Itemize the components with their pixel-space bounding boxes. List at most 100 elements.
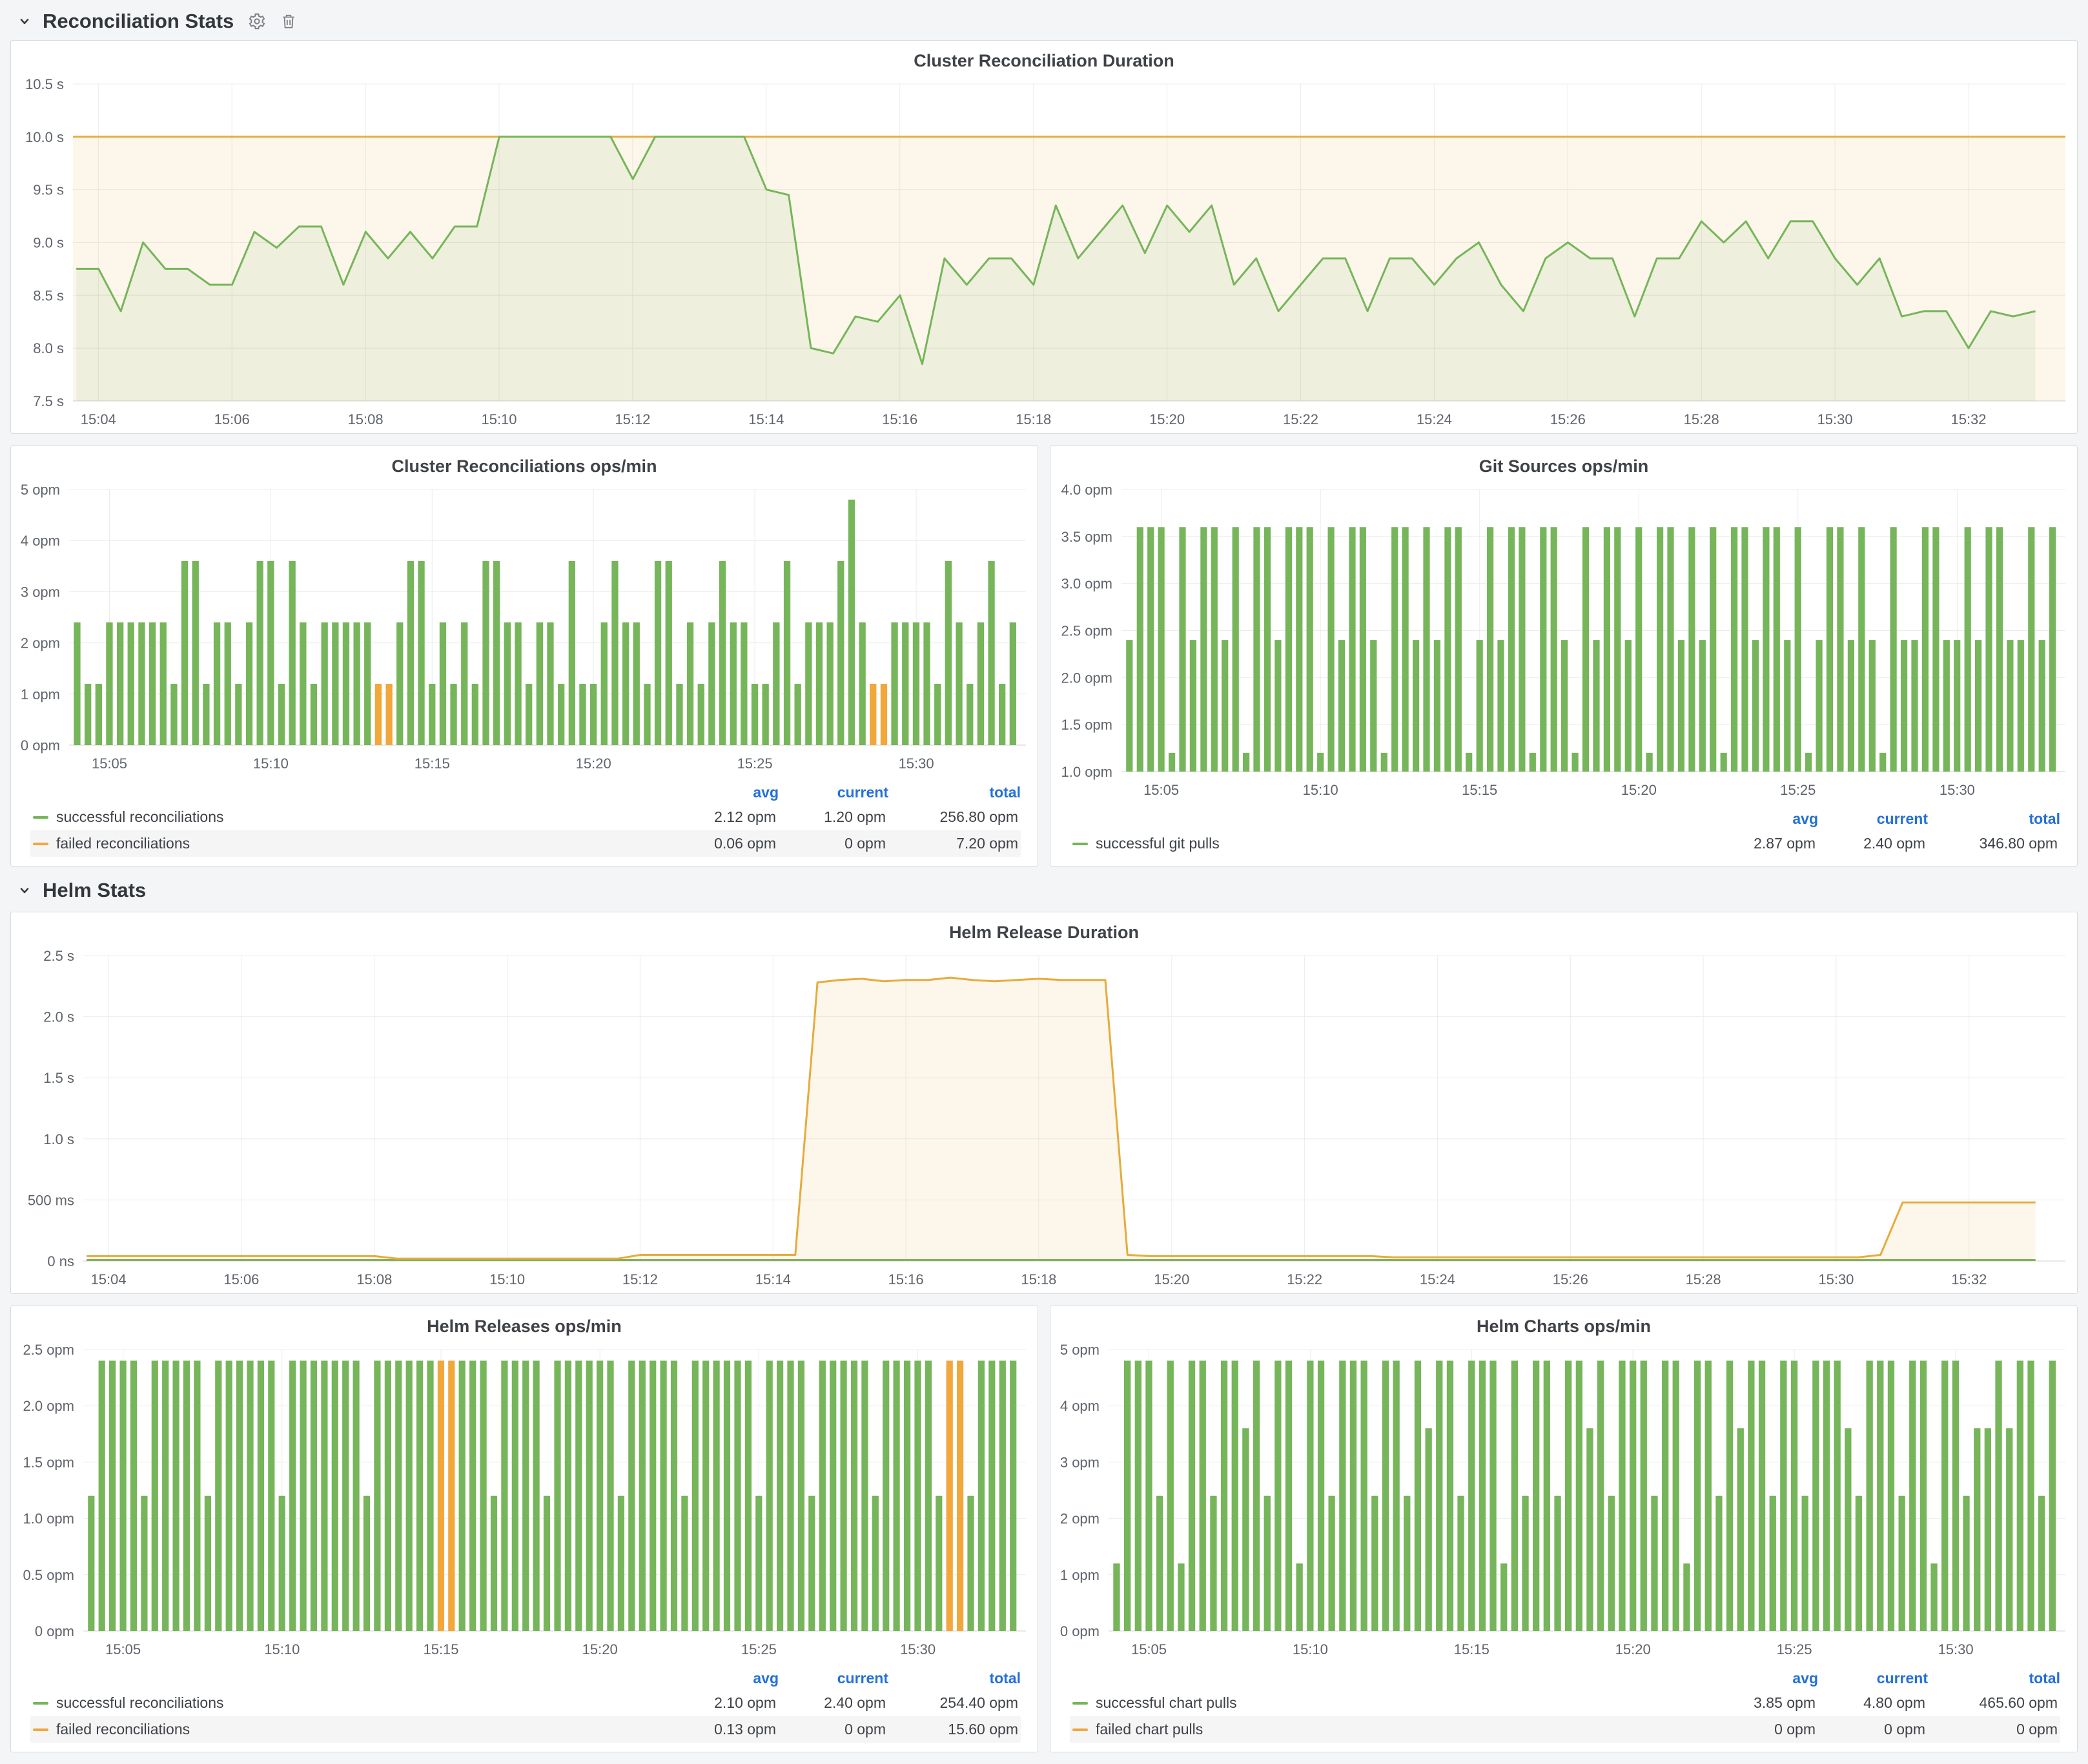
series-label[interactable]: failed chart pulls — [1096, 1721, 1706, 1738]
svg-text:15:12: 15:12 — [622, 1271, 658, 1287]
svg-text:15:24: 15:24 — [1420, 1271, 1455, 1287]
legend-avg-value: 2.87 opm — [1706, 835, 1816, 852]
panel-cluster-reconciliation-duration: Cluster Reconciliation Duration 15:0415:… — [10, 40, 2078, 434]
svg-text:15:22: 15:22 — [1283, 411, 1318, 427]
legend-header: avg current total — [30, 1666, 1021, 1690]
helm-releases-opm-chart[interactable]: 15:0515:1015:1515:2015:2515:302.5 opm2.0… — [11, 1339, 1038, 1663]
svg-text:1.5 opm: 1.5 opm — [23, 1454, 75, 1470]
legend-avg-value: 2.10 opm — [666, 1694, 776, 1712]
svg-text:8.5 s: 8.5 s — [33, 287, 64, 303]
svg-text:15:05: 15:05 — [92, 755, 127, 772]
legend-col-avg[interactable]: avg — [669, 784, 779, 801]
legend-col-avg[interactable]: avg — [669, 1670, 779, 1687]
legend-current-value: 1.20 opm — [776, 808, 886, 826]
svg-text:9.0 s: 9.0 s — [33, 235, 64, 251]
helm-charts-opm-chart[interactable]: 15:0515:1015:1515:2015:2515:305 opm4 opm… — [1050, 1339, 2077, 1663]
panel-title[interactable]: Cluster Reconciliations ops/min — [11, 446, 1038, 479]
legend-header: avg current total — [1070, 1666, 2060, 1690]
svg-text:15:15: 15:15 — [1462, 782, 1497, 798]
panel-title[interactable]: Helm Releases ops/min — [11, 1306, 1038, 1339]
trash-icon[interactable] — [280, 12, 297, 30]
svg-text:15:24: 15:24 — [1417, 411, 1452, 427]
series-color-swatch — [1072, 843, 1088, 845]
series-label[interactable]: successful reconciliations — [56, 808, 666, 826]
svg-text:15:14: 15:14 — [748, 411, 784, 427]
svg-text:3.0 opm: 3.0 opm — [1061, 576, 1113, 592]
svg-text:15:25: 15:25 — [1780, 782, 1816, 798]
legend-col-current[interactable]: current — [779, 1670, 888, 1687]
legend-col-total[interactable]: total — [1928, 1670, 2060, 1687]
svg-text:15:30: 15:30 — [1940, 782, 1975, 798]
legend: avg current total successful reconciliat… — [11, 777, 1038, 866]
svg-text:15:25: 15:25 — [1777, 1641, 1812, 1657]
legend-row-successful-reconciliations: successful reconciliations 2.10 opm 2.40… — [30, 1690, 1021, 1716]
svg-text:2.5 s: 2.5 s — [43, 948, 74, 964]
panel-title[interactable]: Helm Release Duration — [11, 912, 2077, 945]
legend-total-value: 346.80 opm — [1925, 835, 2058, 852]
svg-text:15:14: 15:14 — [755, 1271, 791, 1287]
series-label[interactable]: failed reconciliations — [56, 835, 666, 852]
svg-text:15:32: 15:32 — [1950, 411, 1986, 427]
series-color-swatch — [33, 843, 48, 845]
svg-text:500 ms: 500 ms — [28, 1192, 74, 1208]
svg-text:15:10: 15:10 — [481, 411, 517, 427]
svg-text:15:10: 15:10 — [264, 1641, 300, 1657]
svg-text:15:05: 15:05 — [1131, 1641, 1167, 1657]
legend-current-value: 4.80 opm — [1816, 1694, 1925, 1712]
chevron-down-icon — [17, 14, 32, 29]
cluster-reconciliation-duration-chart[interactable]: 15:0415:0615:0815:1015:1215:1415:1615:18… — [11, 74, 2077, 433]
svg-text:15:26: 15:26 — [1550, 411, 1586, 427]
svg-text:15:18: 15:18 — [1016, 411, 1051, 427]
legend: avg current total successful reconciliat… — [11, 1663, 1038, 1752]
svg-text:7.5 s: 7.5 s — [33, 393, 64, 409]
gear-icon[interactable] — [248, 12, 266, 30]
svg-text:15:10: 15:10 — [253, 755, 289, 772]
legend-col-total[interactable]: total — [1928, 810, 2060, 828]
svg-text:1.0 opm: 1.0 opm — [1061, 764, 1113, 780]
git-sources-opm-chart[interactable]: 15:0515:1015:1515:2015:2515:304.0 opm3.5… — [1050, 479, 2077, 804]
section-header-reconciliation-stats[interactable]: Reconciliation Stats — [10, 3, 2078, 40]
series-label[interactable]: failed reconciliations — [56, 1721, 666, 1738]
legend-col-current[interactable]: current — [1818, 810, 1928, 828]
svg-text:15:15: 15:15 — [415, 755, 450, 772]
legend-col-avg[interactable]: avg — [1708, 810, 1818, 828]
legend-header: avg current total — [30, 780, 1021, 804]
legend-total-value: 0 opm — [1925, 1721, 2058, 1738]
legend-current-value: 0 opm — [776, 1721, 886, 1738]
section-header-helm-stats[interactable]: Helm Stats — [10, 872, 2078, 909]
legend-total-value: 465.60 opm — [1925, 1694, 2058, 1712]
cluster-reconciliations-opm-chart[interactable]: 15:0515:1015:1515:2015:2515:305 opm4 opm… — [11, 479, 1038, 777]
svg-text:15:28: 15:28 — [1686, 1271, 1721, 1287]
series-label[interactable]: successful git pulls — [1096, 835, 1706, 852]
legend-col-total[interactable]: total — [888, 1670, 1021, 1687]
panel-title[interactable]: Cluster Reconciliation Duration — [11, 41, 2077, 74]
svg-text:4.0 opm: 4.0 opm — [1061, 482, 1113, 498]
helm-release-duration-chart[interactable]: 15:0415:0615:0815:1015:1215:1415:1615:18… — [11, 945, 2077, 1293]
dashboard: Reconciliation Stats Cluster Reconciliat… — [0, 0, 2088, 1764]
series-label[interactable]: successful reconciliations — [56, 1694, 666, 1712]
svg-text:0 opm: 0 opm — [35, 1623, 74, 1639]
legend-col-total[interactable]: total — [888, 784, 1021, 801]
svg-text:0 opm: 0 opm — [1060, 1623, 1100, 1639]
svg-text:15:30: 15:30 — [1817, 411, 1853, 427]
svg-text:15:20: 15:20 — [1154, 1271, 1189, 1287]
svg-text:2 opm: 2 opm — [21, 635, 60, 651]
svg-text:15:15: 15:15 — [423, 1641, 458, 1657]
legend-col-current[interactable]: current — [1818, 1670, 1928, 1687]
svg-text:15:20: 15:20 — [576, 755, 611, 772]
svg-text:0 ns: 0 ns — [47, 1253, 74, 1269]
legend-col-current[interactable]: current — [779, 784, 888, 801]
svg-text:3 opm: 3 opm — [21, 584, 60, 600]
series-color-swatch — [33, 816, 48, 819]
panel-title[interactable]: Helm Charts ops/min — [1050, 1306, 2077, 1339]
series-label[interactable]: successful chart pulls — [1096, 1694, 1706, 1712]
svg-text:15:08: 15:08 — [348, 411, 384, 427]
panel-title[interactable]: Git Sources ops/min — [1050, 446, 2077, 479]
legend: avg current total successful git pulls 2… — [1050, 804, 2077, 866]
svg-text:2.0 opm: 2.0 opm — [1061, 670, 1113, 686]
legend: avg current total successful chart pulls… — [1050, 1663, 2077, 1752]
legend-col-avg[interactable]: avg — [1708, 1670, 1818, 1687]
panel-git-sources-opm: Git Sources ops/min 15:0515:1015:1515:20… — [1050, 446, 2078, 867]
svg-text:1.5 opm: 1.5 opm — [1061, 717, 1113, 733]
svg-text:8.0 s: 8.0 s — [33, 340, 64, 356]
